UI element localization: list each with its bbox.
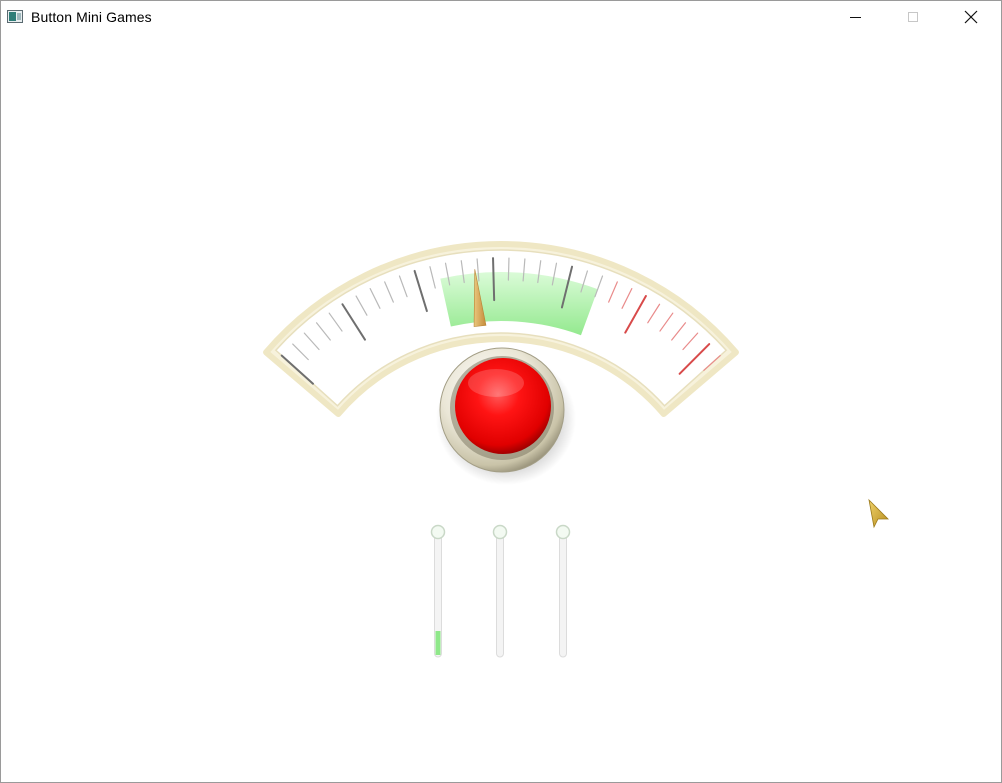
close-button[interactable] — [942, 1, 1000, 33]
slider-knob[interactable] — [430, 524, 446, 540]
app-window: Button Mini Games — [0, 0, 1002, 783]
slider-1[interactable] — [430, 524, 446, 658]
slider-group — [430, 524, 571, 658]
maximize-button — [884, 1, 942, 33]
slider-2[interactable] — [492, 524, 508, 658]
slider-track — [559, 532, 567, 658]
slider-knob[interactable] — [492, 524, 508, 540]
slider-track — [496, 532, 504, 658]
game-area — [1, 33, 1001, 782]
close-icon — [964, 10, 978, 24]
slider-fill — [435, 631, 441, 655]
button-highlight — [468, 369, 524, 397]
game-canvas — [263, 241, 889, 658]
slider-3[interactable] — [555, 524, 571, 658]
title-bar[interactable]: Button Mini Games — [1, 1, 1001, 33]
slider-knob[interactable] — [555, 524, 571, 540]
maximize-icon — [908, 12, 918, 22]
gauge-major-tick — [492, 257, 496, 302]
arrow-cursor-icon — [868, 498, 889, 529]
window-title: Button Mini Games — [31, 9, 152, 25]
red-push-button[interactable] — [436, 347, 576, 485]
minimize-icon — [849, 16, 861, 18]
app-window-icon[interactable] — [7, 10, 23, 23]
minimize-button[interactable] — [826, 1, 884, 33]
gauge-minor-tick — [507, 257, 510, 281]
